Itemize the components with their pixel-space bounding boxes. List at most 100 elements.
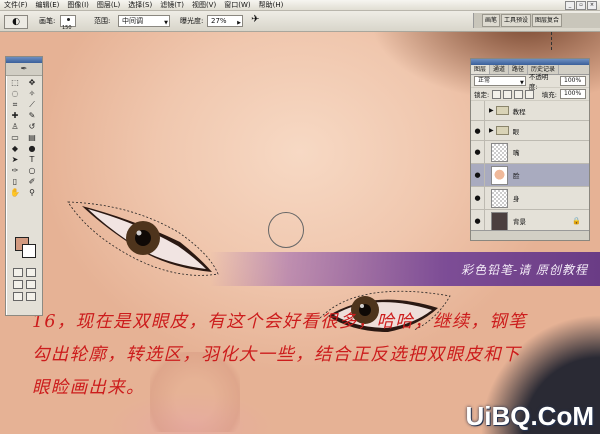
chevron-down-icon: ▼ — [520, 80, 524, 86]
screen-mode-fullscreen-icon[interactable] — [13, 292, 23, 301]
menu-help[interactable]: 帮助(H) — [255, 0, 288, 10]
layer-thumbnail — [491, 188, 508, 208]
restore-icon[interactable]: ▫ — [576, 0, 586, 10]
eyedropper-icon[interactable]: ✐ — [24, 177, 40, 187]
history-brush-icon[interactable]: ↺ — [24, 122, 40, 132]
dodge-tool-icon[interactable]: ● — [24, 144, 40, 154]
slice-tool-icon[interactable]: ⟋ — [24, 100, 40, 110]
layer-row[interactable]: ● 身 — [471, 187, 589, 210]
tool-preset-picker[interactable]: ◐ — [4, 15, 28, 29]
screen-mode-standard-icon[interactable] — [13, 280, 23, 289]
layer-row-group[interactable]: ● ▶ 眼 — [471, 121, 589, 141]
visibility-toggle[interactable] — [471, 101, 485, 120]
layer-row-group[interactable]: ▶ 教程 — [471, 101, 589, 121]
shape-tool-icon[interactable]: ○ — [24, 166, 40, 176]
folder-icon — [495, 126, 509, 135]
zoom-tool-icon[interactable]: ⚲ — [24, 188, 40, 198]
crop-tool-icon[interactable]: ⌗ — [7, 100, 23, 110]
quick-mask-row — [13, 268, 36, 277]
screen-mode-full-icon[interactable] — [26, 280, 36, 289]
lock-pixels-icon[interactable] — [503, 89, 513, 99]
path-select-icon[interactable]: ➤ — [7, 155, 23, 165]
layer-row[interactable]: ● 嘴 — [471, 141, 589, 164]
blend-mode-select[interactable]: 正常 ▼ — [474, 76, 526, 86]
opacity-value: 100% — [564, 77, 582, 84]
type-tool-icon[interactable]: T — [24, 155, 40, 165]
eye-icon[interactable]: ● — [471, 164, 485, 186]
caption-line: 16，现在是双眼皮，有这个会好看很多，哈哈，继续，钢笔 — [32, 312, 527, 332]
eye-icon[interactable]: ● — [471, 210, 485, 232]
hand-tool-icon[interactable]: ✋ — [7, 188, 23, 198]
chevron-down-icon: ▼ — [164, 20, 168, 26]
layer-thumbnail — [491, 211, 508, 231]
menu-select[interactable]: 选择(S) — [124, 0, 156, 10]
layer-name: 身 — [513, 195, 520, 203]
title-banner: 彩色铅笔-请 原创教程 — [210, 252, 600, 286]
menu-window[interactable]: 窗口(W) — [220, 0, 254, 10]
close-icon[interactable]: × — [587, 0, 597, 10]
notes-tool-icon[interactable]: ▯ — [7, 177, 23, 187]
lock-all-icon[interactable] — [525, 89, 535, 99]
brush-label: 画笔: — [39, 17, 56, 25]
menu-layer[interactable]: 图层(L) — [93, 0, 124, 10]
blend-row: 正常 ▼ 不透明度: 100% — [471, 73, 589, 91]
well-layer-comps[interactable]: 图层复合 — [532, 14, 563, 27]
window-controls: _ ▫ × — [565, 0, 600, 10]
menu-view[interactable]: 视图(V) — [188, 0, 220, 10]
background-color-swatch[interactable] — [22, 244, 36, 258]
eraser-tool-icon[interactable]: ▭ — [7, 133, 23, 143]
folder-icon — [495, 106, 509, 115]
opacity-label: 不透明度: — [528, 73, 549, 91]
layer-row-active[interactable]: ● 脸 — [471, 164, 589, 187]
brush-tool-icon[interactable]: ✎ — [24, 111, 40, 121]
fill-input[interactable]: 100% — [560, 89, 586, 99]
feather-icon[interactable]: ✒ — [6, 63, 42, 76]
minimize-icon[interactable]: _ — [565, 0, 575, 10]
move-tool-icon[interactable]: ✥ — [24, 78, 40, 88]
quick-mask-icon[interactable] — [26, 268, 36, 277]
brush-cursor-icon — [268, 212, 304, 248]
left-highlight — [136, 230, 142, 236]
lock-options — [492, 89, 535, 99]
lasso-tool-icon[interactable]: ◌ — [7, 89, 23, 99]
tab-channels[interactable]: 通道 — [490, 65, 510, 74]
layer-thumbnail — [491, 142, 508, 162]
brush-tip-icon — [66, 18, 70, 21]
pen-tool-icon[interactable]: ✑ — [7, 166, 23, 176]
range-select[interactable]: 中间调 ▼ — [118, 15, 170, 27]
menu-filter[interactable]: 滤镜(T) — [156, 0, 188, 10]
lock-transparency-icon[interactable] — [492, 89, 502, 99]
clone-stamp-icon[interactable]: ♙ — [7, 122, 23, 132]
eye-icon[interactable]: ● — [471, 141, 485, 163]
menu-image[interactable]: 图像(I) — [63, 0, 93, 10]
well-tool-presets[interactable]: 工具预设 — [501, 14, 532, 27]
airbrush-icon[interactable]: ✈ — [251, 14, 259, 25]
range-value: 中间调 — [122, 17, 143, 25]
layers-panel-footer — [471, 230, 589, 240]
layer-thumbnail — [491, 165, 508, 185]
opacity-input[interactable]: 100% — [560, 76, 586, 86]
menu-file[interactable]: 文件(F) — [0, 0, 32, 10]
well-brushes[interactable]: 画笔 — [482, 14, 501, 27]
tab-layers[interactable]: 图层 — [471, 65, 491, 74]
eye-icon[interactable]: ● — [471, 121, 485, 140]
marquee-tool-icon[interactable]: ⬚ — [7, 78, 23, 88]
lock-row: 锁定: 填充: 100% — [471, 88, 589, 101]
blur-tool-icon[interactable]: ◆ — [7, 144, 23, 154]
expand-triangle-icon[interactable]: ▶ — [489, 107, 494, 114]
jump-to-imageready-icon[interactable] — [26, 292, 36, 301]
menu-edit[interactable]: 编辑(E) — [32, 0, 64, 10]
healing-brush-icon[interactable]: ✚ — [7, 111, 23, 121]
eye-icon[interactable]: ● — [471, 187, 485, 209]
guide-line — [551, 32, 552, 50]
magic-wand-icon[interactable]: ✧ — [24, 89, 40, 99]
range-label: 范围: — [94, 17, 111, 25]
expand-triangle-icon[interactable]: ▶ — [489, 127, 494, 134]
chevron-right-icon: ▶ — [237, 20, 241, 26]
gradient-tool-icon[interactable]: ▤ — [24, 133, 40, 143]
tab-paths[interactable]: 路径 — [509, 65, 529, 74]
lock-position-icon[interactable] — [514, 89, 524, 99]
layer-name: 脸 — [513, 172, 520, 180]
exposure-input[interactable]: 27% ▶ — [207, 15, 243, 27]
standard-mode-icon[interactable] — [13, 268, 23, 277]
